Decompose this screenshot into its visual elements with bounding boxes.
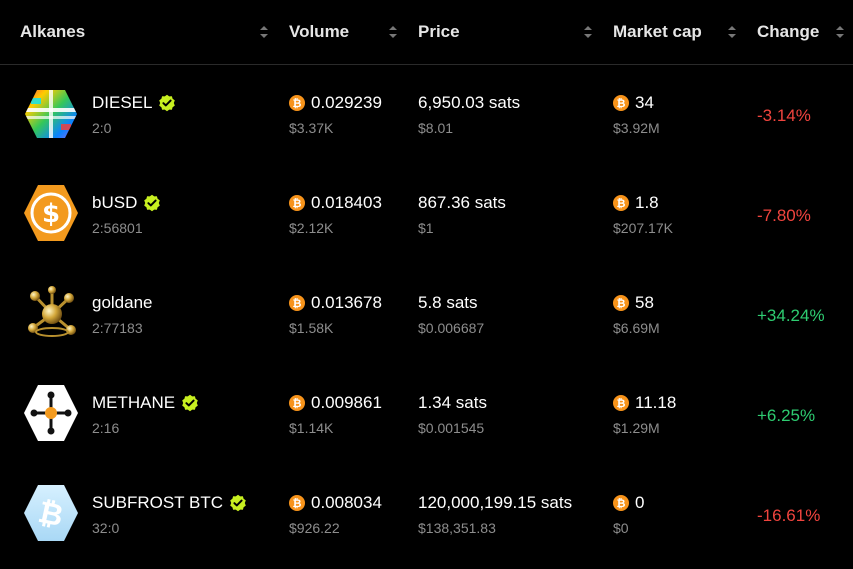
token-id: 2:16 — [92, 420, 120, 436]
price-sats: 6,950.03 sats — [418, 93, 521, 112]
table-row[interactable]: DIESEL 2:0 ₿ 0.029239 $3.37K 6,950.03 sat… — [0, 64, 853, 164]
dollar-coin-icon: $ — [23, 183, 79, 241]
market-cap-btc: ₿ 1.8 — [613, 193, 659, 213]
sort-volume-icon[interactable] — [388, 24, 398, 40]
token-name-label[interactable]: METHANE — [92, 393, 175, 413]
change-percent: -7.80% — [757, 206, 811, 225]
bitcoin-icon: ₿ — [613, 495, 629, 511]
market-cap-btc: ₿ 0 — [613, 493, 644, 513]
volume-usd: $1.14K — [289, 420, 334, 436]
sort-change-icon[interactable] — [835, 24, 845, 40]
bitcoin-icon: ₿ — [613, 395, 629, 411]
table-header: Alkanes Volume Price Market cap Change — [0, 0, 853, 65]
volume-usd: $3.37K — [289, 120, 334, 136]
bitcoin-icon: ₿ — [289, 495, 305, 511]
volume-btc-value: 0.018403 — [311, 193, 382, 212]
column-header-volume[interactable]: Volume — [289, 22, 349, 42]
token-name-label[interactable]: SUBFROST BTC — [92, 493, 223, 513]
market-cap-btc-value: 11.18 — [635, 393, 677, 412]
token-name[interactable]: DIESEL — [92, 93, 176, 113]
price-sats: 120,000,199.15 sats — [418, 493, 573, 512]
sort-price-icon[interactable] — [583, 24, 593, 40]
bitcoin-icon: ₿ — [289, 95, 305, 111]
bitcoin-icon: ₿ — [613, 95, 629, 111]
price-sats: 5.8 sats — [418, 293, 478, 312]
volume-btc-value: 0.013678 — [311, 293, 382, 312]
frost-bitcoin-icon: ₿ — [23, 483, 79, 541]
volume-usd: $1.58K — [289, 320, 334, 336]
column-header-alkanes[interactable]: Alkanes — [20, 22, 85, 42]
verified-check-icon — [144, 194, 161, 212]
verified-check-icon — [230, 494, 246, 512]
token-name-label[interactable]: bUSD — [92, 193, 137, 213]
change-percent: +6.25% — [757, 406, 816, 425]
column-header-market-cap[interactable]: Market cap — [613, 22, 702, 42]
table-row[interactable]: goldane 2:77183 ₿ 0.013678 $1.58K 5.8 sat… — [0, 264, 853, 364]
price-usd: $0.001545 — [418, 420, 485, 436]
svg-text:$: $ — [42, 199, 60, 229]
token-id: 2:0 — [92, 120, 112, 136]
change-percent: -3.14% — [757, 106, 811, 125]
column-header-change[interactable]: Change — [757, 22, 819, 42]
token-name-label[interactable]: DIESEL — [92, 93, 152, 113]
sort-alkanes-icon[interactable] — [259, 24, 269, 40]
verified-check-icon — [159, 94, 176, 112]
market-cap-usd: $1.29M — [613, 420, 660, 436]
market-cap-usd: $6.69M — [613, 320, 660, 336]
market-cap-usd: $3.92M — [613, 120, 660, 136]
token-id: 2:56801 — [92, 220, 143, 236]
market-cap-btc: ₿ 58 — [613, 293, 654, 313]
gold-molecule-icon — [23, 284, 79, 340]
volume-btc: ₿ 0.008034 — [289, 493, 382, 513]
price-usd: $1 — [418, 220, 434, 236]
token-id: 32:0 — [92, 520, 120, 536]
volume-usd: $926.22 — [289, 520, 340, 536]
market-cap-btc: ₿ 34 — [613, 93, 654, 113]
market-cap-btc-value: 1.8 — [635, 193, 659, 212]
token-name[interactable]: goldane — [92, 293, 153, 313]
volume-btc: ₿ 0.018403 — [289, 193, 382, 213]
token-id: 2:77183 — [92, 320, 143, 336]
table-row[interactable]: METHANE 2:16 ₿ 0.009861 $1.14K 1.34 sats … — [0, 364, 853, 464]
verified-check-icon — [182, 394, 198, 412]
token-name-label[interactable]: goldane — [92, 293, 153, 313]
methane-molecule-icon — [23, 383, 79, 441]
token-name[interactable]: SUBFROST BTC — [92, 493, 247, 513]
market-cap-btc-value: 34 — [635, 93, 654, 112]
market-cap-btc: ₿ 11.18 — [613, 393, 676, 413]
price-sats: 867.36 sats — [418, 193, 506, 212]
token-name[interactable]: bUSD — [92, 193, 161, 213]
market-cap-btc-value: 58 — [635, 293, 654, 312]
price-sats: 1.34 sats — [418, 393, 487, 412]
market-cap-btc-value: 0 — [635, 493, 645, 512]
bitcoin-icon: ₿ — [289, 195, 305, 211]
price-usd: $138,351.83 — [418, 520, 496, 536]
price-usd: $8.01 — [418, 120, 454, 136]
market-cap-usd: $207.17K — [613, 220, 673, 236]
table-row[interactable]: ₿ SUBFROST BTC 32:0 ₿ 0.008034 $926.22 12… — [0, 464, 853, 564]
bitcoin-icon: ₿ — [613, 195, 629, 211]
column-header-price[interactable]: Price — [418, 22, 460, 42]
table-row[interactable]: $ bUSD 2:56801 ₿ 0.018403 $2.12K 867.36 s… — [0, 164, 853, 264]
sort-market-cap-icon[interactable] — [727, 24, 737, 40]
bitcoin-icon: ₿ — [613, 295, 629, 311]
alkanes-table: Alkanes Volume Price Market cap Change D… — [0, 0, 853, 569]
volume-btc-value: 0.008034 — [311, 493, 382, 512]
volume-btc: ₿ 0.013678 — [289, 293, 382, 313]
token-name[interactable]: METHANE — [92, 393, 199, 413]
volume-btc-value: 0.009861 — [311, 393, 382, 412]
volume-btc: ₿ 0.029239 — [289, 93, 382, 113]
volume-btc: ₿ 0.009861 — [289, 393, 382, 413]
change-percent: +34.24% — [757, 306, 825, 325]
market-cap-usd: $0 — [613, 520, 629, 536]
volume-usd: $2.12K — [289, 220, 334, 236]
bitcoin-icon: ₿ — [289, 395, 305, 411]
diesel-rainbow-hexagon-icon — [23, 86, 79, 142]
price-usd: $0.006687 — [418, 320, 485, 336]
change-percent: -16.61% — [757, 506, 821, 525]
volume-btc-value: 0.029239 — [311, 93, 382, 112]
bitcoin-icon: ₿ — [289, 295, 305, 311]
